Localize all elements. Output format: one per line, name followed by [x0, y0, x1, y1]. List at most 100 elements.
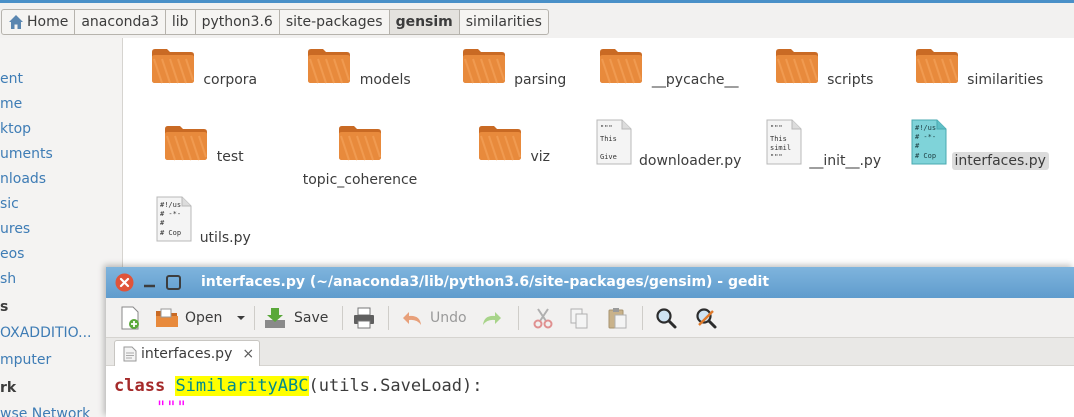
sidebar-item-browse-network[interactable]: wse Network: [0, 405, 90, 417]
tab-close-icon[interactable]: ×: [242, 346, 254, 362]
close-window-icon[interactable]: [115, 273, 134, 292]
breadcrumb-gensim[interactable]: gensim: [389, 10, 460, 34]
toolbar-separator: [254, 306, 255, 330]
breadcrumb-label: Home: [27, 14, 69, 30]
file-item-viz[interactable]: viz: [440, 115, 590, 166]
file-name: topic_coherence: [302, 172, 418, 188]
sidebar-item-music[interactable]: sic: [0, 195, 19, 213]
open-label: Open: [185, 310, 223, 326]
file-item-similarities[interactable]: similarities: [905, 38, 1055, 89]
open-button[interactable]: Open: [154, 305, 222, 331]
gedit-toolbar: Open Save Undo: [106, 298, 1074, 338]
gedit-titlebar[interactable]: interfaces.py (~/anaconda3/lib/python3.6…: [106, 267, 1074, 298]
file-name: corpora: [203, 72, 258, 88]
code-line-1: class SimilarityABC(utils.SaveLoad):: [114, 376, 483, 396]
sidebar-item-vboxadditions[interactable]: OXADDITIO...: [0, 324, 91, 342]
redo-icon[interactable]: [480, 305, 504, 331]
file-preview-line: #!/us: [160, 201, 181, 209]
code-line-2: """: [156, 398, 187, 417]
file-item-utils-py[interactable]: #!/us # -*- # # Cop utils.py: [130, 192, 280, 247]
home-icon: [9, 15, 23, 29]
folder-icon: [462, 49, 505, 84]
file-manager-header: Home anaconda3 lib python3.6 site-packag…: [0, 0, 1074, 38]
undo-label: Undo: [430, 310, 467, 326]
save-button[interactable]: Save: [262, 305, 328, 331]
file-name: interfaces.py: [951, 152, 1049, 170]
folder-icon: [308, 49, 351, 84]
text-file-icon: [123, 346, 137, 361]
file-item-models[interactable]: models: [285, 38, 435, 89]
file-name: utils.py: [199, 230, 251, 246]
toolbar-separator: [642, 306, 643, 330]
file-item-init-py[interactable]: """ This simil """ __init__.py: [750, 115, 900, 170]
file-name: similarities: [967, 72, 1044, 88]
code-keyword: class: [114, 376, 166, 396]
file-name: __init__.py: [809, 153, 882, 169]
open-recent-dropdown-icon[interactable]: [235, 305, 247, 331]
breadcrumb-python3.6[interactable]: python3.6: [196, 10, 280, 34]
file-name: models: [359, 72, 411, 88]
breadcrumb-home[interactable]: Home: [2, 10, 76, 34]
code-editor[interactable]: class SimilarityABC(utils.SaveLoad): """: [106, 366, 1074, 417]
sidebar: ent me ktop uments nloads sic ures eos s…: [0, 38, 123, 417]
undo-button[interactable]: Undo: [400, 305, 467, 331]
file-preview-line: This: [600, 135, 617, 143]
sidebar-item-pictures[interactable]: ures: [0, 220, 30, 238]
new-document-icon[interactable]: [118, 305, 142, 331]
copy-icon[interactable]: [568, 305, 590, 331]
paste-icon[interactable]: [606, 305, 628, 331]
code-docstring: """: [156, 398, 187, 417]
minimize-window-icon[interactable]: [140, 273, 159, 292]
print-icon[interactable]: [352, 305, 376, 331]
search-icon[interactable]: [654, 305, 678, 331]
file-item-pycache[interactable]: __pycache__: [595, 38, 745, 89]
file-preview-line: # -*-: [160, 210, 181, 218]
breadcrumb-similarities[interactable]: similarities: [460, 10, 548, 34]
folder-icon: [479, 126, 521, 161]
file-preview-line: Give: [600, 153, 617, 161]
tab-interfaces-py[interactable]: interfaces.py ×: [114, 340, 260, 366]
file-item-parsing[interactable]: parsing: [440, 38, 590, 89]
find-replace-icon[interactable]: [694, 305, 718, 331]
cut-icon[interactable]: [532, 305, 554, 331]
sidebar-section-network: rk: [0, 380, 17, 396]
file-item-corpora[interactable]: corpora: [130, 38, 280, 89]
sidebar-item-desktop[interactable]: ktop: [0, 120, 31, 138]
python-file-icon-selected: #!/us # -*- # # Cop: [911, 119, 947, 165]
file-item-downloader-py[interactable]: """ This Give downloader.py: [595, 115, 745, 170]
sidebar-item-home[interactable]: me: [0, 95, 22, 113]
breadcrumb-site-packages[interactable]: site-packages: [280, 10, 390, 34]
file-preview-line: # -*-: [915, 133, 936, 141]
python-file-icon: """ This simil """: [766, 119, 802, 165]
toolbar-separator: [388, 306, 389, 330]
sidebar-item-documents[interactable]: uments: [0, 145, 53, 163]
file-item-test[interactable]: test: [130, 115, 280, 166]
file-preview-line: # Cop: [160, 229, 181, 237]
toolbar-separator: [342, 306, 343, 330]
sidebar-section-devices: s: [0, 299, 9, 315]
sidebar-item-downloads[interactable]: nloads: [0, 170, 46, 188]
save-label: Save: [294, 310, 329, 326]
open-folder-icon: [156, 308, 178, 327]
undo-icon: [403, 312, 421, 325]
file-name: viz: [530, 149, 550, 165]
folder-icon: [600, 49, 643, 84]
sidebar-item-videos[interactable]: eos: [0, 245, 24, 263]
file-name: downloader.py: [639, 153, 742, 169]
sidebar-item-computer[interactable]: mputer: [0, 351, 51, 369]
file-item-topic-coherence[interactable]: topic_coherence: [285, 115, 435, 189]
folder-icon: [339, 126, 381, 161]
file-item-interfaces-py[interactable]: #!/us # -*- # # Cop interfaces.py: [905, 115, 1055, 170]
file-preview-line: """: [600, 124, 613, 132]
sidebar-item-trash[interactable]: sh: [0, 270, 16, 288]
file-preview-line: # Cop: [915, 152, 936, 160]
file-preview-line: """: [770, 153, 783, 161]
breadcrumb: Home anaconda3 lib python3.6 site-packag…: [1, 9, 549, 35]
toolbar-separator: [518, 306, 519, 330]
file-item-scripts[interactable]: scripts: [750, 38, 900, 89]
breadcrumb-anaconda3[interactable]: anaconda3: [75, 10, 166, 34]
file-name: test: [216, 149, 244, 165]
breadcrumb-lib[interactable]: lib: [166, 10, 196, 34]
sidebar-item-recent[interactable]: ent: [0, 70, 23, 88]
maximize-window-icon[interactable]: [164, 273, 183, 292]
